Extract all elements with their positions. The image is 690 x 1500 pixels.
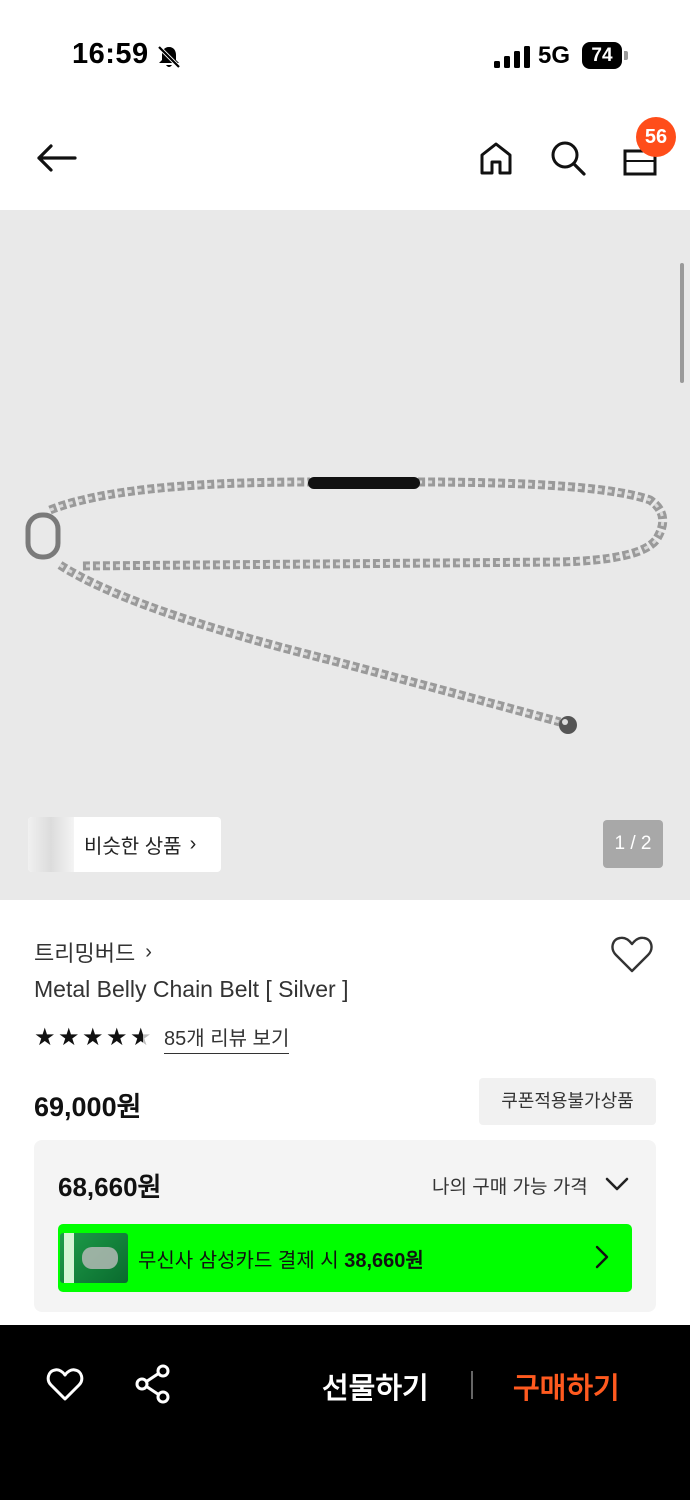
- home-icon: [480, 142, 512, 175]
- promo-text: 무신사 삼성카드 결제 시 38,660원: [138, 1244, 424, 1273]
- product-photo: [25, 477, 668, 734]
- similar-products-button[interactable]: 비슷한 상품 ›: [28, 817, 221, 872]
- image-page-indicator: 1 / 2: [603, 820, 663, 868]
- similar-thumbnail: [28, 817, 74, 872]
- bottom-action-bar: 선물하기 구매하기: [0, 1325, 690, 1500]
- price-detail-box: 68,660원 나의 구매 가능 가격 무신사 삼성카드 결제 시 38,660…: [34, 1140, 656, 1312]
- price: 69,000원: [34, 1092, 142, 1122]
- buy-button[interactable]: 구매하기: [513, 1365, 620, 1407]
- search-button[interactable]: [542, 132, 594, 184]
- half-star-icon: ★: [130, 1024, 154, 1052]
- star-icon: ★: [82, 1024, 104, 1051]
- best-price: 68,660원: [58, 1172, 162, 1202]
- card-image: [60, 1233, 128, 1283]
- brand-name: 트리밍버드: [34, 941, 136, 966]
- search-icon: [551, 141, 586, 176]
- status-time: 16:59: [72, 38, 149, 70]
- rating-stars: ★ ★ ★ ★ ★: [34, 1024, 154, 1052]
- chevron-right-icon: ›: [189, 833, 197, 855]
- card-promo-banner[interactable]: 무신사 삼성카드 결제 시 38,660원: [58, 1224, 632, 1292]
- promo-price: 38,660원: [344, 1249, 424, 1272]
- battery-icon: 74: [582, 42, 628, 69]
- star-icon: ★: [106, 1024, 128, 1051]
- cart-count-badge: 56: [636, 117, 676, 157]
- signal-icon: [494, 46, 530, 68]
- star-icon: ★: [58, 1024, 80, 1051]
- product-image-gallery[interactable]: [0, 210, 690, 900]
- coupon-badge: 쿠폰적용불가상품: [479, 1078, 656, 1125]
- product-name: Metal Belly Chain Belt [ Silver ]: [34, 976, 349, 1002]
- back-arrow-icon: [37, 144, 77, 172]
- heart-icon[interactable]: [44, 1363, 86, 1405]
- brand-link[interactable]: 트리밍버드 ›: [34, 936, 152, 968]
- heart-icon[interactable]: [608, 930, 656, 978]
- bell-slash-icon: [157, 45, 181, 69]
- my-price-toggle-label[interactable]: 나의 구매 가능 가격: [432, 1172, 588, 1199]
- share-icon[interactable]: [132, 1363, 174, 1405]
- review-link[interactable]: 85개 리뷰 보기: [164, 1022, 290, 1054]
- status-bar: 16:59 5G 74: [0, 0, 690, 110]
- home-button[interactable]: [470, 132, 522, 184]
- top-nav: [0, 110, 690, 210]
- back-button[interactable]: [30, 132, 82, 184]
- network-label: 5G: [538, 42, 571, 69]
- divider: [471, 1371, 473, 1399]
- similar-products-label: 비슷한 상품: [84, 836, 182, 858]
- chevron-down-icon[interactable]: [604, 1172, 630, 1196]
- chevron-right-icon: [595, 1245, 609, 1269]
- chevron-right-icon: ›: [145, 940, 152, 963]
- rating-row: ★ ★ ★ ★ ★ 85개 리뷰 보기: [34, 1022, 290, 1054]
- gallery-scrollbar[interactable]: [680, 263, 684, 383]
- star-icon: ★: [34, 1024, 56, 1051]
- gift-button[interactable]: 선물하기: [322, 1365, 429, 1407]
- battery-level: 74: [582, 42, 622, 69]
- promo-text-prefix: 무신사 삼성카드 결제 시: [138, 1249, 345, 1272]
